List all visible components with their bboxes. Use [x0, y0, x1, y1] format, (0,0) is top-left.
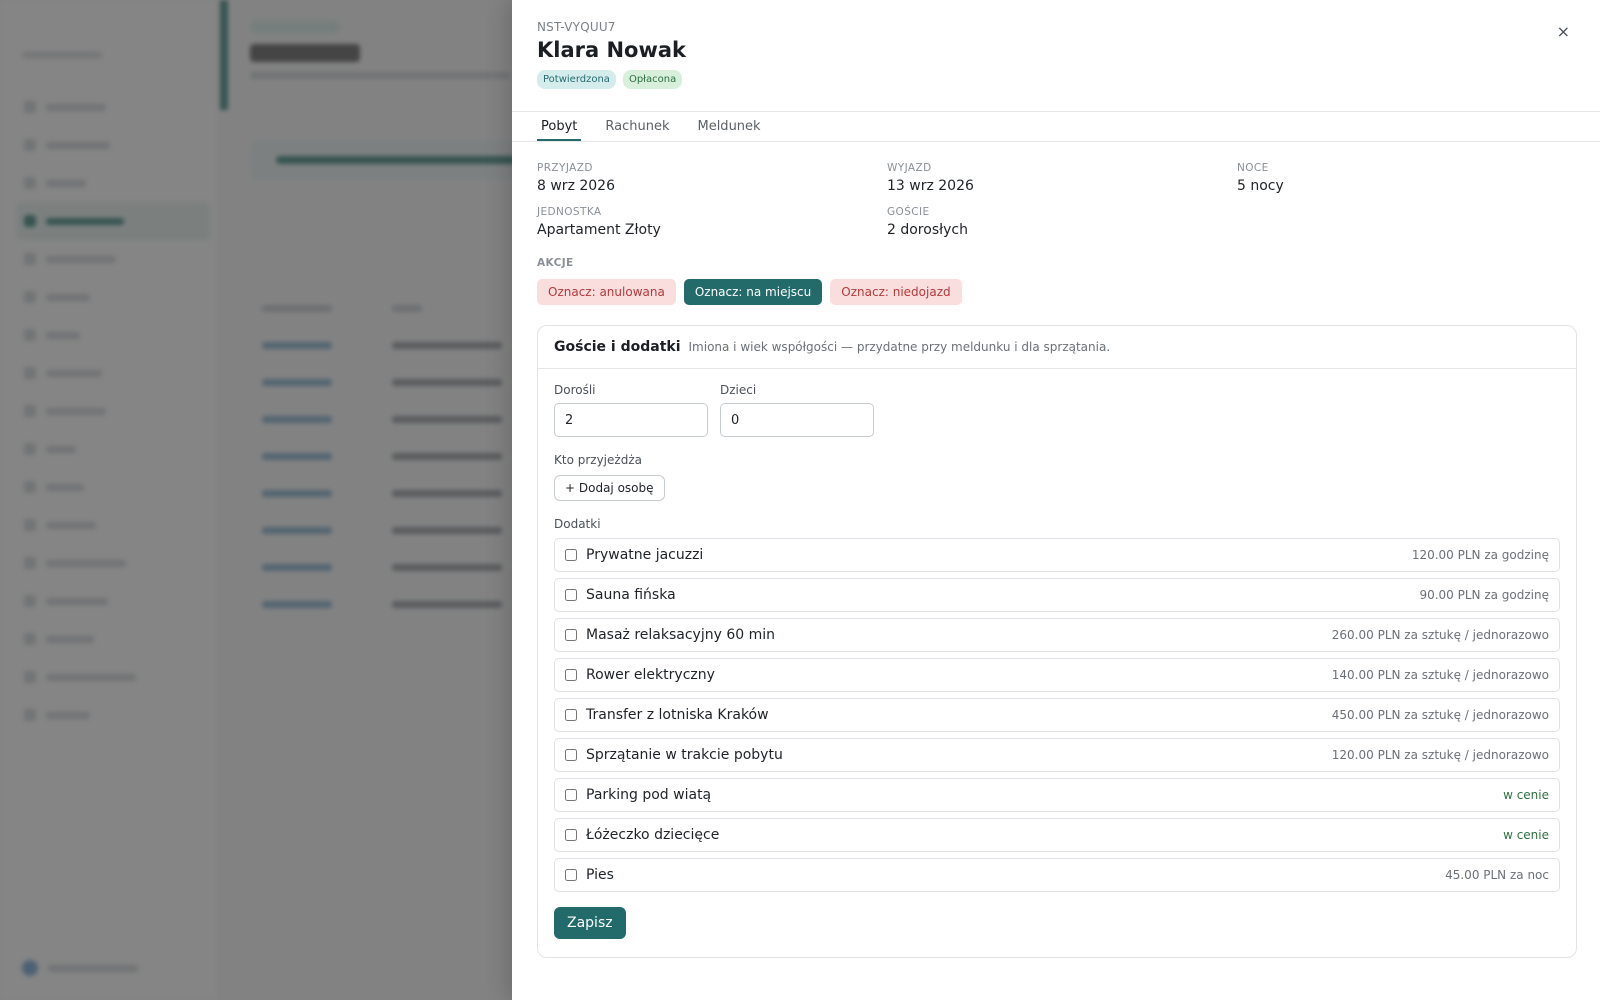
children-input[interactable] [720, 403, 874, 437]
tab-pobyt[interactable]: Pobyt [537, 112, 582, 141]
extra-checkbox[interactable] [565, 869, 577, 881]
extra-checkbox[interactable] [565, 749, 577, 761]
extra-item[interactable]: Masaż relaksacyjny 60 min 260.00 PLN za s… [554, 618, 1560, 652]
stay-facts: PRZYJAZD 8 wrz 2026 WYJAZD 13 wrz 2026 N… [537, 162, 1575, 238]
reservation-drawer: NST-VYQUU7 Klara Nowak Potwierdzona Opła… [512, 0, 1600, 1000]
status-badges: Potwierdzona Opłacona [537, 70, 1575, 89]
fact-guests: GOŚCIE 2 dorosłych [887, 206, 1237, 238]
fact-departure: WYJAZD 13 wrz 2026 [887, 162, 1237, 194]
extra-item[interactable]: Sauna fińska 90.00 PLN za godzinę [554, 578, 1560, 612]
extra-checkbox[interactable] [565, 709, 577, 721]
reservation-code: NST-VYQUU7 [537, 20, 616, 34]
mark-cancelled-button[interactable]: Oznacz: anulowana [537, 279, 676, 305]
card-title: Goście i dodatki [554, 339, 681, 355]
extra-checkbox[interactable] [565, 549, 577, 561]
tab-rachunek[interactable]: Rachunek [601, 112, 673, 141]
extra-checkbox[interactable] [565, 829, 577, 841]
tab-meldunek[interactable]: Meldunek [693, 112, 764, 141]
save-button[interactable]: Zapisz [554, 907, 626, 939]
fact-arrival: PRZYJAZD 8 wrz 2026 [537, 162, 887, 194]
extra-checkbox[interactable] [565, 589, 577, 601]
fact-unit: JEDNOSTKA Apartament Złoty [537, 206, 887, 238]
card-subtitle: Imiona i wiek współgości — przydatne prz… [688, 340, 1111, 354]
extra-item[interactable]: Rower elektryczny 140.00 PLN za sztukę / … [554, 658, 1560, 692]
extras-list: Prywatne jacuzzi 120.00 PLN za godzinę Sa… [554, 538, 1560, 892]
actions-heading: AKCJE [537, 257, 574, 269]
adults-input[interactable] [554, 403, 708, 437]
nights-count: 5 nocy [1237, 178, 1284, 194]
drawer-header: NST-VYQUU7 Klara Nowak Potwierdzona Opła… [512, 0, 1600, 112]
extra-item[interactable]: Łóżeczko dziecięce w cenie [554, 818, 1560, 852]
fact-nights: NOCE 5 nocy [1237, 162, 1557, 194]
guest-name: Klara Nowak [537, 38, 687, 62]
guests-count: 2 dorosłych [887, 222, 968, 238]
children-field-group: Dzieci [720, 383, 874, 437]
extra-item[interactable]: Prywatne jacuzzi 120.00 PLN za godzinę [554, 538, 1560, 572]
mark-on-site-button[interactable]: Oznacz: na miejscu [683, 279, 823, 305]
extra-item[interactable]: Parking pod wiatą w cenie [554, 778, 1560, 812]
extra-checkbox[interactable] [565, 629, 577, 641]
extras-label: Dodatki [554, 517, 601, 531]
guests-extras-card: Goście i dodatki Imiona i wiek współgośc… [537, 325, 1577, 958]
arrival-date: 8 wrz 2026 [537, 178, 615, 194]
card-header: Goście i dodatki Imiona i wiek współgośc… [538, 326, 1576, 369]
close-icon[interactable]: × [1557, 22, 1570, 41]
extra-item[interactable]: Sprzątanie w trakcie pobytu 120.00 PLN za… [554, 738, 1560, 772]
extra-checkbox[interactable] [565, 669, 577, 681]
extra-checkbox[interactable] [565, 789, 577, 801]
adults-field-group: Dorośli [554, 383, 708, 437]
extra-item[interactable]: Transfer z lotniska Kraków 450.00 PLN za … [554, 698, 1560, 732]
status-badge-paid: Opłacona [622, 70, 683, 89]
unit-name: Apartament Złoty [537, 222, 661, 238]
drawer-tabs: Pobyt Rachunek Meldunek [512, 112, 1600, 142]
actions-row: Oznacz: anulowana Oznacz: na miejscu Ozn… [537, 279, 1575, 305]
extra-item[interactable]: Pies 45.00 PLN za noc [554, 858, 1560, 892]
who-arrives-label: Kto przyjeżdża [554, 453, 642, 467]
stay-tab-content: PRZYJAZD 8 wrz 2026 WYJAZD 13 wrz 2026 N… [512, 142, 1600, 978]
departure-date: 13 wrz 2026 [887, 178, 974, 194]
mark-no-show-button[interactable]: Oznacz: niedojazd [830, 279, 962, 305]
add-person-button[interactable]: + Dodaj osobę [554, 475, 665, 501]
status-badge-confirmed: Potwierdzona [537, 70, 616, 89]
